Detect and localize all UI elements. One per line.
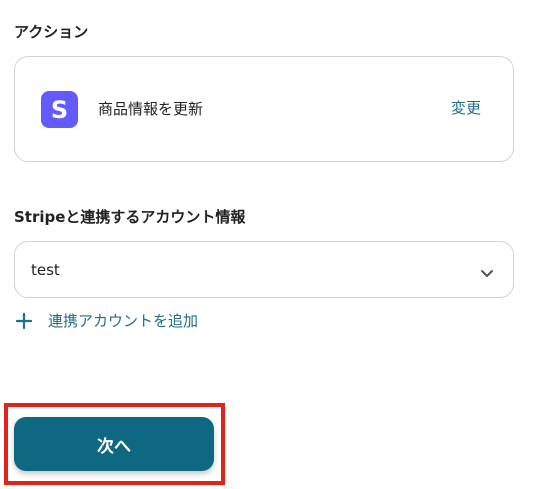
chevron-down-icon: [480, 264, 494, 283]
account-section-label: Stripeと連携するアカウント情報: [14, 208, 246, 226]
account-select[interactable]: test: [14, 241, 514, 298]
page: アクション S 商品情報を更新 変更 Stripeと連携するアカウント情報 te…: [0, 0, 560, 489]
add-account-link[interactable]: 連携アカウントを追加: [14, 311, 198, 331]
change-action-link[interactable]: 変更: [451, 98, 481, 118]
stripe-s-icon: S: [41, 91, 78, 128]
account-select-value: test: [31, 261, 60, 279]
svg-text:S: S: [51, 96, 68, 124]
add-account-label: 連携アカウントを追加: [48, 312, 199, 330]
next-button[interactable]: 次へ: [14, 417, 214, 471]
plus-icon: [15, 312, 33, 330]
action-name: 商品情報を更新: [98, 100, 204, 118]
action-section-label: アクション: [14, 23, 89, 41]
action-card: S 商品情報を更新 変更: [14, 56, 514, 162]
